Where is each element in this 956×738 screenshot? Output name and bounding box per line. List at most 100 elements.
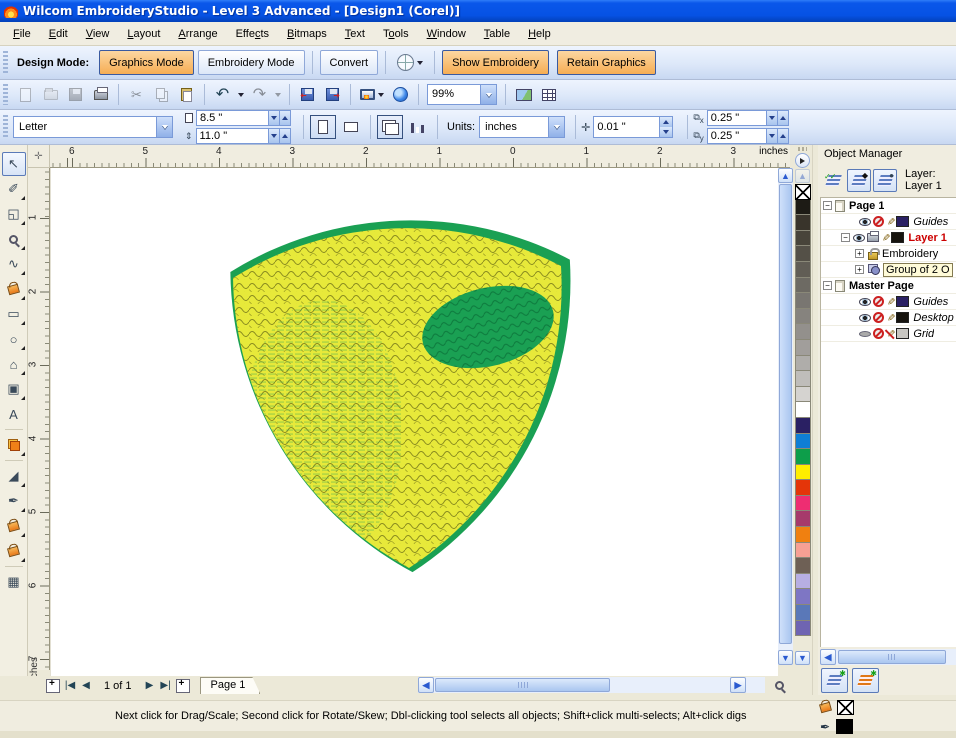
add-page-before-button[interactable] — [46, 679, 60, 693]
visibility-eye-icon[interactable] — [859, 298, 871, 306]
collapse-icon[interactable]: − — [841, 233, 850, 242]
interactive-fill-tool[interactable] — [2, 539, 26, 563]
menu-table[interactable]: Table — [475, 25, 519, 43]
color-swatch[interactable] — [795, 449, 811, 465]
horizontal-scroll-thumb[interactable] — [435, 678, 610, 692]
menu-text[interactable]: Text — [336, 25, 374, 43]
duplicate-x-field[interactable]: 0.25 " — [707, 110, 789, 126]
zoom-tool[interactable] — [2, 227, 26, 251]
printable-icon[interactable] — [867, 233, 879, 242]
paper-size-combo[interactable]: Letter — [13, 116, 173, 138]
duplicate-y-spinner[interactable] — [766, 129, 788, 143]
page-height-spinner[interactable] — [268, 129, 290, 143]
freehand-tool[interactable]: ∿ — [2, 252, 26, 276]
undo-button[interactable]: ↶ — [211, 83, 234, 106]
docker-horizontal-scrollbar[interactable]: ◀ — [820, 649, 956, 665]
all-pages-button[interactable] — [377, 115, 403, 139]
color-swatch[interactable] — [795, 621, 811, 637]
page-width-spinner[interactable] — [268, 111, 290, 125]
show-embroidery-button[interactable]: Show Embroidery — [442, 50, 549, 75]
visibility-off-eye-icon[interactable] — [859, 331, 871, 337]
collapse-icon[interactable]: − — [823, 201, 832, 210]
scroll-right-button[interactable]: ▶ — [730, 677, 746, 693]
menu-view[interactable]: View — [77, 25, 119, 43]
tree-row-guides[interactable]: ✎ Guides — [821, 214, 956, 230]
next-page-button[interactable]: ▶ — [142, 678, 158, 693]
import-button[interactable] — [296, 83, 319, 106]
selected-group-label[interactable]: Group of 2 O — [883, 263, 953, 277]
save-button[interactable] — [64, 83, 87, 106]
color-swatch[interactable] — [795, 324, 811, 340]
ruler-origin[interactable]: ✛ — [28, 145, 50, 168]
visibility-eye-icon[interactable] — [853, 234, 865, 242]
text-tool[interactable]: A — [2, 402, 26, 426]
palette-flyout-button[interactable] — [795, 153, 810, 168]
pencil-icon[interactable]: ✎ — [885, 297, 896, 305]
landscape-button[interactable] — [338, 115, 364, 139]
color-swatch[interactable] — [795, 262, 811, 278]
menu-edit[interactable]: Edit — [40, 25, 77, 43]
color-swatch[interactable] — [795, 574, 811, 590]
last-page-button[interactable]: ▶| — [158, 678, 174, 693]
new-button[interactable] — [14, 83, 37, 106]
vertical-scrollbar[interactable]: ▲ ▼ — [778, 168, 793, 665]
grid-options-button[interactable] — [537, 83, 560, 106]
fill-tool[interactable] — [2, 514, 26, 538]
zoom-level-combo[interactable]: 99% — [427, 84, 497, 105]
color-swatch[interactable] — [795, 356, 811, 372]
duplicate-x-spinner[interactable] — [766, 111, 788, 125]
no-edit-pencil-icon[interactable]: ✎ — [885, 329, 896, 337]
layer-color-chip[interactable] — [896, 328, 909, 339]
interactive-blend-tool[interactable] — [2, 433, 26, 457]
show-object-properties-button[interactable]: ✓✓ — [821, 169, 845, 192]
shape-tool[interactable]: ✐ — [2, 177, 26, 201]
color-swatch[interactable] — [795, 418, 811, 434]
color-swatch[interactable] — [795, 605, 811, 621]
ellipse-tool[interactable]: ○ — [2, 327, 26, 351]
expand-icon[interactable]: + — [855, 265, 864, 274]
basic-shapes-tool[interactable]: ▣ — [2, 377, 26, 401]
interactive-zoom-button[interactable] — [770, 677, 788, 693]
duplicate-y-field[interactable]: 0.25 " — [707, 128, 789, 144]
bitmap-button[interactable] — [512, 83, 535, 106]
no-print-icon[interactable] — [873, 312, 884, 323]
embroidery-design[interactable] — [223, 220, 575, 578]
no-print-icon[interactable] — [873, 328, 884, 339]
graphics-mode-button[interactable]: Graphics Mode — [99, 50, 194, 75]
rectangle-tool[interactable]: ▭ — [2, 302, 26, 326]
paste-button[interactable] — [175, 83, 198, 106]
fill-color-swatch[interactable] — [837, 700, 854, 715]
layer-manager-view-button[interactable]: ● — [873, 169, 897, 192]
menu-window[interactable]: Window — [418, 25, 475, 43]
open-button[interactable] — [39, 83, 62, 106]
tree-row-group[interactable]: + Group of 2 O — [821, 262, 956, 278]
visibility-eye-icon[interactable] — [859, 218, 871, 226]
collapse-icon[interactable]: − — [823, 281, 832, 290]
vertical-scroll-thumb[interactable] — [779, 184, 792, 644]
tree-row-layer1[interactable]: − ✎ Layer 1 — [821, 230, 956, 246]
horizontal-scrollbar[interactable]: ◀ ▶ — [418, 677, 765, 693]
layer-color-chip[interactable] — [896, 296, 909, 307]
nudge-field[interactable]: 0.01 " — [593, 116, 673, 138]
smart-fill-tool[interactable] — [2, 277, 26, 301]
color-swatch[interactable] — [795, 496, 811, 512]
crop-tool[interactable]: ◱ — [2, 202, 26, 226]
layer-color-chip[interactable] — [891, 232, 904, 243]
pick-tool[interactable]: ↖ — [2, 152, 26, 176]
layer-color-chip[interactable] — [896, 216, 909, 227]
docker-scroll-thumb[interactable] — [838, 650, 946, 664]
pencil-icon[interactable]: ✎ — [885, 217, 896, 225]
redo-button[interactable]: ↷ — [248, 83, 271, 106]
toolbar-grip[interactable] — [3, 51, 8, 74]
design-canvas[interactable] — [50, 168, 778, 676]
color-swatch[interactable] — [795, 558, 811, 574]
retain-graphics-button[interactable]: Retain Graphics — [557, 50, 656, 75]
web-button[interactable] — [389, 83, 412, 106]
export-button[interactable] — [321, 83, 344, 106]
embroidery-mode-button[interactable]: Embroidery Mode — [198, 50, 305, 75]
first-page-button[interactable]: |◀ — [62, 678, 78, 693]
color-swatch[interactable] — [795, 480, 811, 496]
portrait-button[interactable] — [310, 115, 336, 139]
application-launcher-button[interactable] — [357, 83, 387, 106]
palette-scroll-down-button[interactable]: ▼ — [795, 651, 810, 665]
